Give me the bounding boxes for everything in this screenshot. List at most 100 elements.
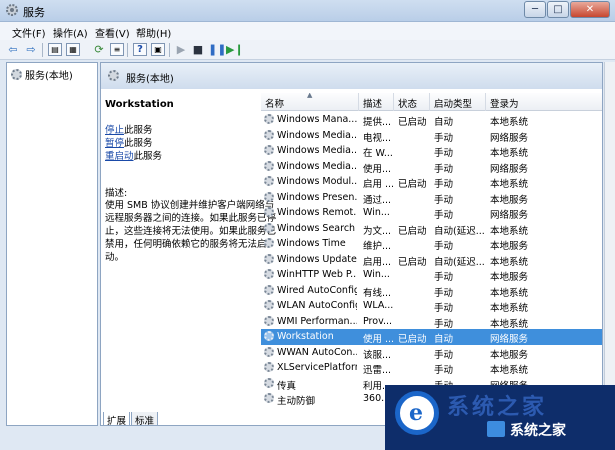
service-startup-cell: 手动	[434, 349, 454, 361]
service-name-cell: Windows Remot...	[277, 207, 357, 218]
gear-icon	[264, 315, 274, 326]
forward-arrow-icon[interactable]: ⇨	[24, 43, 38, 56]
service-desc-cell: 为文...	[363, 225, 392, 237]
table-row[interactable]: Wired AutoConfig 有线... 手动 本地系统	[261, 283, 602, 299]
column-header-description[interactable]: 描述	[359, 93, 394, 111]
stop-service-link-row: 停止此服务	[105, 124, 255, 137]
column-label: 名称	[265, 99, 285, 110]
service-name-cell: WLAN AutoConfig	[277, 300, 357, 311]
menu-view[interactable]: 查看(V)	[95, 25, 130, 40]
service-startup-cell: 手动	[434, 163, 454, 175]
column-header-log-on-as[interactable]: 登录为	[486, 93, 602, 111]
service-status-cell: 已启动	[398, 179, 427, 190]
refresh-icon[interactable]: ⟳	[92, 43, 106, 56]
services-list: 名称 ▲ 描述 状态 启动类型 登录为 Windows Mana... 提供... 已…	[261, 93, 602, 413]
column-header-status[interactable]: 状态	[394, 93, 430, 111]
start-icon[interactable]: ▶	[174, 43, 188, 56]
column-label: 登录为	[490, 99, 519, 110]
service-desc-cell: 电视...	[363, 132, 392, 144]
stop-service-link[interactable]: 停止	[105, 125, 124, 136]
table-row[interactable]: Workstation 使用 ... 已启动 自动 网络服务	[261, 329, 602, 345]
table-row[interactable]: Windows Mana... 提供... 已启动 自动 本地系统	[261, 112, 602, 128]
service-name-cell: Wired AutoConfig	[277, 284, 357, 296]
service-status-cell: 已启动	[398, 225, 427, 237]
table-row[interactable]: XLServicePlatform 迅雷... 手动 本地系统	[261, 360, 602, 376]
help-icon[interactable]: ?	[133, 43, 147, 56]
close-button[interactable]: ✕	[570, 1, 610, 18]
service-name-cell: Windows Media...	[277, 129, 357, 141]
service-logon-cell: 本地系统	[490, 148, 529, 159]
table-row[interactable]: WMI Performan... Prov... 手动 本地系统	[261, 314, 602, 330]
toolbar: ⇦ ⇨ ▤ ▦ ⟳ ≡ ? ▣ ▶ ■ ❚❚ ▶❙	[0, 40, 615, 60]
tree-item-label: 服务(本地)	[25, 71, 73, 82]
service-logon-cell: 网络服务	[490, 210, 529, 221]
service-status-cell: 已启动	[398, 334, 427, 345]
restart-service-link[interactable]: 重启动	[105, 151, 134, 162]
pause-service-link[interactable]: 暂停	[105, 138, 124, 149]
gear-icon	[264, 160, 274, 171]
table-row[interactable]: Windows Search 为文... 已启动 自动(延迟... 本地系统	[261, 221, 602, 237]
tree-item-services-local[interactable]: 服务(本地)	[11, 67, 73, 82]
minimize-button[interactable]: ─	[524, 1, 546, 18]
pane-header: 服务(本地)	[101, 63, 602, 89]
gear-icon	[264, 222, 274, 233]
vertical-scrollbar[interactable]	[604, 62, 615, 426]
table-row[interactable]: Windows Presen... 通过... 手动 本地服务	[261, 190, 602, 206]
menu-help[interactable]: 帮助(H)	[136, 25, 171, 40]
service-desc-cell: 在 W...	[363, 148, 393, 159]
gear-icon	[264, 346, 274, 357]
tab-extended[interactable]: 扩展	[103, 412, 131, 425]
service-desc-cell: 有线...	[363, 287, 392, 299]
service-name-cell: Workstation	[277, 331, 334, 342]
console-tree-icon[interactable]: ▤	[48, 43, 62, 56]
gear-icon	[264, 207, 274, 217]
table-row[interactable]: Windows Time 维护... 手动 本地服务	[261, 236, 602, 252]
tab-standard[interactable]: 标准	[131, 412, 159, 425]
table-row[interactable]: Windows Media... 电视... 手动 网络服务	[261, 128, 602, 144]
service-logon-cell: 本地系统	[490, 256, 529, 268]
column-header-name[interactable]: 名称 ▲	[261, 93, 359, 111]
table-row[interactable]: Windows Remot... Win... 手动 网络服务	[261, 205, 602, 221]
gear-icon	[264, 362, 274, 372]
service-status-cell: 已启动	[398, 256, 427, 268]
gear-icon	[264, 129, 274, 140]
properties-icon[interactable]: ▦	[66, 43, 80, 56]
maximize-button[interactable]: □	[547, 1, 569, 18]
back-arrow-icon[interactable]: ⇦	[6, 43, 20, 56]
pause-icon[interactable]: ❚❚	[208, 43, 226, 56]
service-startup-cell: 手动	[434, 318, 454, 330]
column-header-startup-type[interactable]: 启动类型	[430, 93, 486, 111]
service-logon-cell: 网络服务	[490, 334, 529, 345]
table-row[interactable]: Windows Update 启用... 已启动 自动(延迟... 本地系统	[261, 252, 602, 268]
table-row[interactable]: WLAN AutoConfig WLA... 手动 本地系统	[261, 298, 602, 314]
service-name-cell: WMI Performan...	[277, 315, 357, 327]
service-startup-cell: 手动	[434, 241, 454, 252]
service-name-cell: Windows Media...	[277, 145, 357, 156]
service-desc-cell: 该服...	[363, 349, 392, 361]
show-hide-icon[interactable]: ▣	[151, 43, 165, 56]
restart-icon[interactable]: ▶❙	[226, 43, 244, 56]
service-startup-cell: 手动	[434, 194, 454, 206]
service-name-cell: WinHTTP Web P...	[277, 269, 357, 280]
menu-bar: 文件(F) 操作(A) 查看(V) 帮助(H)	[0, 22, 615, 40]
table-row[interactable]: WinHTTP Web P... Win... 手动 本地服务	[261, 267, 602, 283]
restart-service-link-row: 重启动此服务	[105, 150, 255, 163]
services-pane: 服务(本地) Workstation 停止此服务 暂停此服务 重启动此服务 描述…	[100, 62, 603, 426]
table-row[interactable]: Windows Media... 使用... 手动 网络服务	[261, 159, 602, 175]
service-name-cell: WWAN AutoCon...	[277, 346, 357, 358]
service-logon-cell: 本地系统	[490, 318, 529, 330]
gear-icon	[264, 145, 274, 155]
table-row[interactable]: Windows Media... 在 W... 手动 本地系统	[261, 143, 602, 159]
service-name-cell: Windows Search	[277, 222, 356, 234]
service-name-cell: XLServicePlatform	[277, 362, 357, 373]
watermark-logo: e	[395, 391, 439, 435]
window-title: 服务	[23, 6, 45, 19]
service-name-cell: Windows Time	[277, 238, 346, 249]
export-icon[interactable]: ≡	[110, 43, 124, 56]
menu-file[interactable]: 文件(F)	[12, 25, 46, 40]
table-row[interactable]: Windows Modul... 启用 ... 已启动 手动 本地系统	[261, 174, 602, 190]
menu-action[interactable]: 操作(A)	[53, 25, 88, 40]
table-row[interactable]: WWAN AutoCon... 该服... 手动 本地服务	[261, 345, 602, 361]
stop-icon[interactable]: ■	[191, 43, 205, 56]
title-bar: 服务 ─ □ ✕	[0, 0, 615, 22]
